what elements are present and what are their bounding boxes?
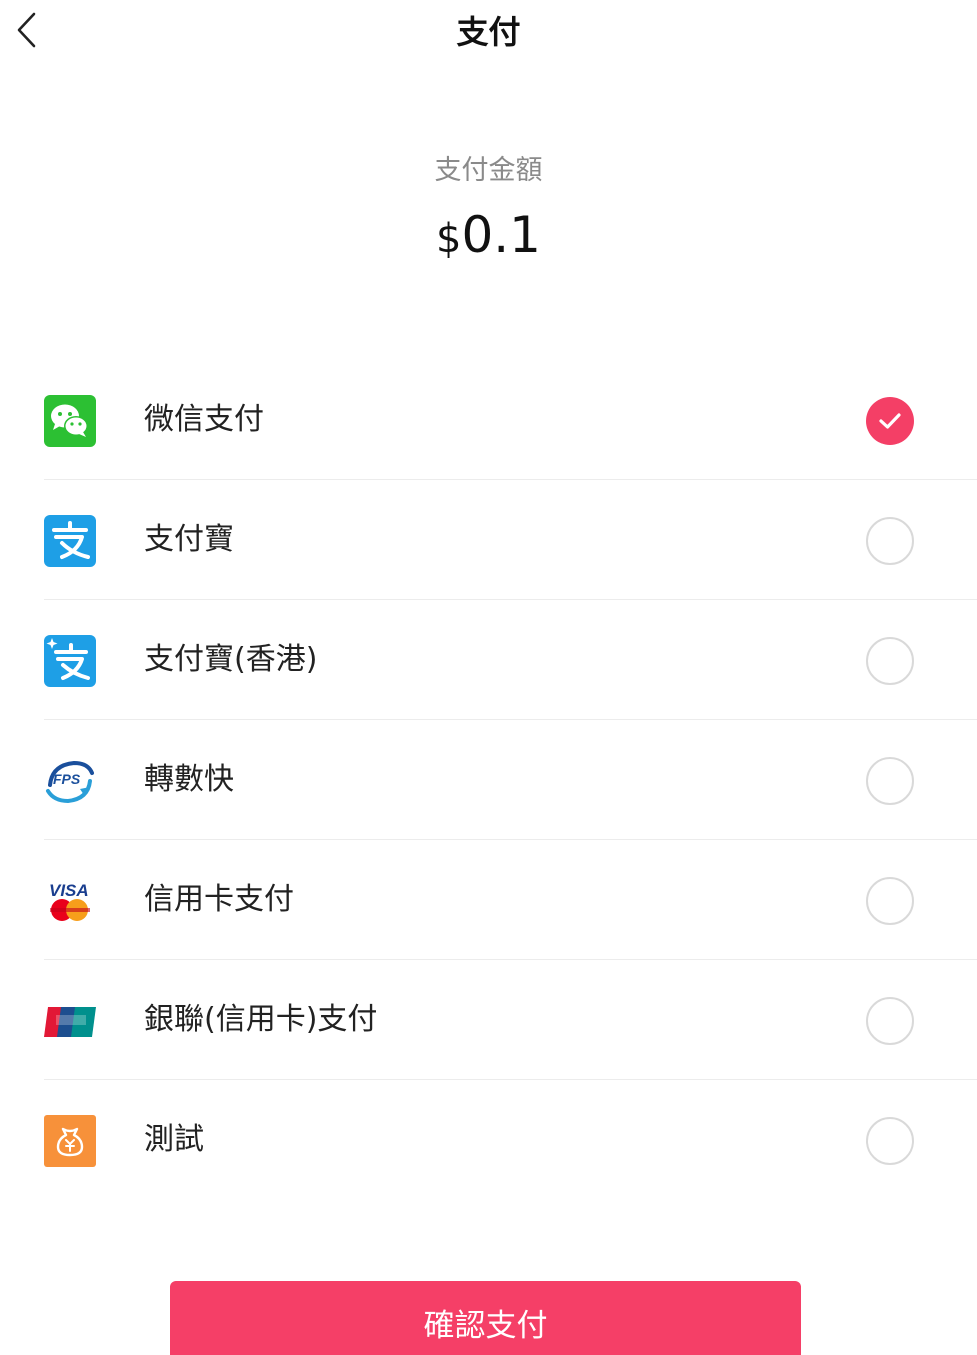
radio-unselected[interactable] <box>866 997 914 1045</box>
radio-unselected[interactable] <box>866 877 914 925</box>
payment-option-label: 銀聯(信用卡)支付 <box>144 1002 378 1037</box>
wechat-pay-icon <box>44 395 96 447</box>
money-bag-icon <box>44 1115 96 1167</box>
amount-number: 0.1 <box>461 206 541 264</box>
payment-method-list: 微信支付 支付寶 支付寶(香港) FPS 轉數快 VISA 信用卡支付 銀聯(信… <box>0 360 977 1200</box>
payment-page: 支付 支付金額 $0.1 微信支付 支付寶 支付寶(香港) FPS 轉數快 VI… <box>0 0 977 1355</box>
checkmark-icon <box>879 413 901 429</box>
radio-unselected[interactable] <box>866 1117 914 1165</box>
svg-text:FPS: FPS <box>53 771 81 787</box>
payment-option-credit-card[interactable]: VISA 信用卡支付 <box>0 840 977 960</box>
radio-selected[interactable] <box>866 397 914 445</box>
payment-option-label: 測試 <box>144 1122 204 1157</box>
payment-option-label: 微信支付 <box>144 402 264 437</box>
page-title: 支付 <box>456 13 521 51</box>
unionpay-icon <box>44 995 96 1047</box>
payment-option-label: 信用卡支付 <box>144 882 294 917</box>
alipay-hk-icon <box>44 635 96 687</box>
radio-unselected[interactable] <box>866 757 914 805</box>
svg-text:VISA: VISA <box>49 881 89 900</box>
amount-value: $0.1 <box>0 200 977 274</box>
amount-label: 支付金額 <box>434 155 543 186</box>
payment-option-test[interactable]: 測試 <box>0 1080 977 1200</box>
confirm-payment-button[interactable]: 確認支付 <box>170 1281 801 1355</box>
radio-unselected[interactable] <box>866 637 914 685</box>
payment-option-alipay-hk[interactable]: 支付寶(香港) <box>0 600 977 720</box>
alipay-icon <box>44 515 96 567</box>
payment-option-label: 支付寶(香港) <box>144 642 318 677</box>
payment-option-label: 支付寶 <box>144 522 234 557</box>
radio-unselected[interactable] <box>866 517 914 565</box>
payment-option-unionpay[interactable]: 銀聯(信用卡)支付 <box>0 960 977 1080</box>
currency-symbol: $ <box>436 216 462 262</box>
fps-icon: FPS <box>44 755 96 807</box>
visa-mastercard-icon: VISA <box>44 875 96 927</box>
payment-option-wechat[interactable]: 微信支付 <box>0 360 977 480</box>
payment-option-fps[interactable]: FPS 轉數快 <box>0 720 977 840</box>
payment-option-alipay[interactable]: 支付寶 <box>0 480 977 600</box>
payment-option-label: 轉數快 <box>144 762 234 797</box>
